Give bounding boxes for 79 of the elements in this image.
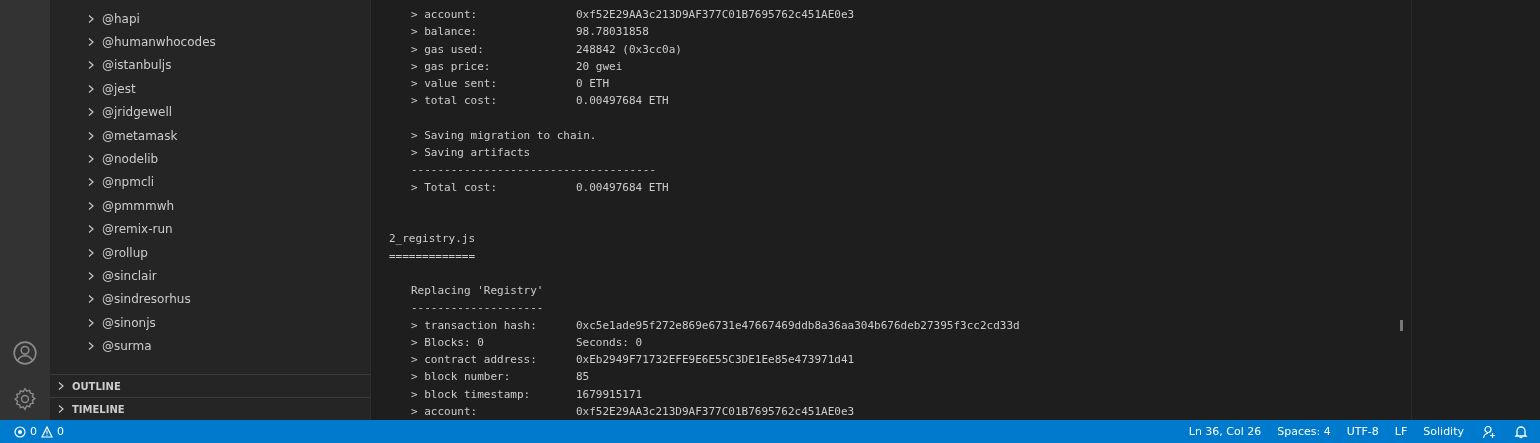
output-label: > block number: <box>411 369 512 386</box>
output-label: > contract address: <box>411 352 538 368</box>
status-item[interactable]: LF <box>1394 425 1408 438</box>
output-label: > total cost: <box>411 93 499 110</box>
status-item[interactable]: Solidity <box>1423 425 1464 438</box>
output-label: > gas price: <box>411 58 492 75</box>
feedback-icon[interactable] <box>1482 424 1496 439</box>
output-label: > balance: <box>411 24 479 41</box>
folder-name: @sinclair <box>102 269 157 283</box>
folder-item[interactable]: @istanbuljs <box>50 53 370 78</box>
folder-name: @surma <box>102 339 152 354</box>
problems-button[interactable]: 0 0 <box>14 425 64 438</box>
output-line: Replacing 'Registry' <box>411 283 544 299</box>
output-value: 0.00497684 ETH <box>576 93 669 110</box>
output-value: 0 ETH <box>576 76 610 92</box>
output-line: > Saving migration to chain. <box>411 127 597 144</box>
output-line: ------------------------------------- <box>411 162 657 179</box>
output-value: 1679915171 <box>576 386 643 403</box>
folder-name: @metamask <box>102 128 178 143</box>
output-value: 0xEb2949F71732EFE9E6E55C3DE1Ee85e473971d41 <box>576 352 855 368</box>
output-label: > gas used: <box>411 41 485 58</box>
output-label: > transaction hash: <box>411 317 538 334</box>
folder-name: @remix-run <box>102 222 173 237</box>
bell-icon[interactable] <box>1514 424 1528 439</box>
folder-item[interactable]: @remix-run <box>50 217 370 241</box>
output-value: 0.00497684 ETH <box>576 179 669 196</box>
folder-name: @hapi <box>102 11 140 26</box>
folder-item[interactable]: @metamask <box>50 123 370 148</box>
output-value: 248842 (0x3cc0a) <box>576 41 682 58</box>
output-heading: ============= <box>389 248 476 265</box>
account-icon[interactable] <box>12 340 38 366</box>
output-heading: 2_registry.js <box>389 231 476 248</box>
folder-item[interactable]: @sinclair <box>50 264 370 288</box>
output-value: 98.78031858 <box>576 24 649 41</box>
status-item[interactable]: Spaces: 4 <box>1277 425 1331 438</box>
folder-name: @pmmmwh <box>102 198 175 213</box>
output-value: 0xf52E29AA3c213D9AF377C01B7695762c451AE0e3 <box>576 7 855 23</box>
output-value: 0xf52E29AA3c213D9AF377C01B7695762c451AE0e3 <box>576 403 855 420</box>
folder-name: @rollup <box>102 245 148 260</box>
folder-item[interactable]: @surma <box>50 334 370 358</box>
status-item[interactable]: Ln 36, Col 26 <box>1188 425 1262 438</box>
output-line: -------------------- <box>411 300 544 317</box>
scrollbar-thumb[interactable] <box>1400 320 1403 331</box>
folder-item[interactable]: @nodelib <box>50 147 370 171</box>
folder-item[interactable]: @humanwhocodes <box>50 30 370 54</box>
folder-item[interactable]: @npmcli <box>50 170 370 195</box>
folder-item[interactable]: @jest <box>50 77 370 101</box>
folder-name: @humanwhocodes <box>102 35 216 50</box>
output-label: > Blocks: 0 <box>411 334 485 351</box>
output-label: > block timestamp: <box>411 386 532 403</box>
folder-item[interactable]: @rollup <box>50 240 370 265</box>
output-value: 20 gwei <box>576 58 623 75</box>
error-count: 0 <box>30 425 37 438</box>
folder-name: @npmcli <box>102 175 155 190</box>
status-item[interactable]: UTF-8 <box>1346 425 1379 438</box>
folder-name: @jridgewell <box>102 105 173 120</box>
settings-icon[interactable] <box>12 386 38 412</box>
output-value: 85 <box>576 369 590 386</box>
warning-count: 0 <box>57 425 64 438</box>
folder-item[interactable]: @sindresorhus <box>50 287 370 312</box>
output-value: 0xc5e1ade95f272e869e6731e47667469ddb8a36aa304b676deb27395f3cc2cd33d <box>576 317 1020 334</box>
output-line: > Saving artifacts <box>411 145 531 161</box>
folder-item[interactable]: @sinonjs <box>50 311 370 335</box>
output-value: Seconds: 0 <box>576 334 643 351</box>
folder-name: @nodelib <box>102 152 159 167</box>
folder-name: @jest <box>102 81 136 96</box>
folder-name: @istanbuljs <box>102 58 172 73</box>
folder-item[interactable]: @pmmmwh <box>50 194 370 218</box>
folder-item[interactable]: @hapi <box>50 7 370 31</box>
output-label: > account: <box>411 403 479 420</box>
folder-name: @sindresorhus <box>102 292 191 307</box>
warning-icon <box>41 425 53 438</box>
error-icon <box>14 425 26 438</box>
output-label: > account: <box>411 7 479 23</box>
section-header[interactable]: OUTLINE <box>50 374 370 397</box>
output-label: > value sent: <box>411 76 499 92</box>
folder-name: @sinonjs <box>102 315 156 330</box>
folder-item[interactable]: @jridgewell <box>50 100 370 124</box>
output-label: > Total cost: <box>411 179 499 196</box>
